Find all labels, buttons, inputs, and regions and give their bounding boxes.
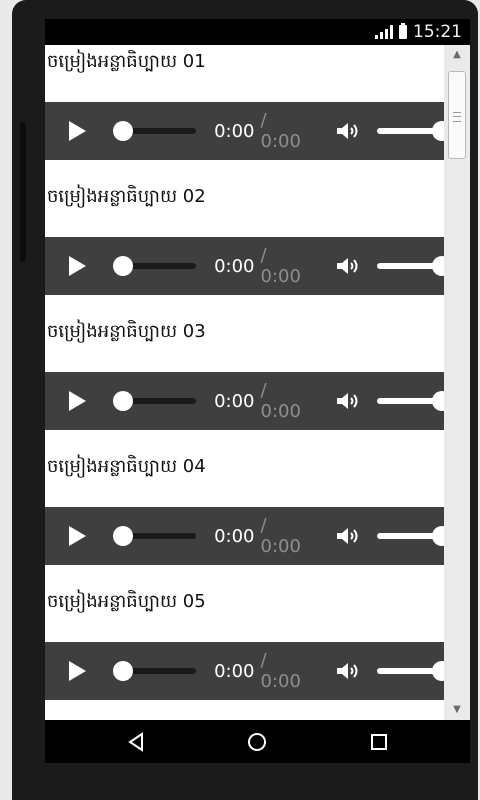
list-item: ចម្រៀងអន្លាធិប្បាយ 05 0:00 / 0:00 bbox=[45, 585, 444, 720]
audio-title: ចម្រៀងអន្លាធិប្បាយ 02 bbox=[47, 186, 206, 207]
play-icon bbox=[69, 121, 86, 141]
play-icon bbox=[69, 661, 86, 681]
scroll-down-arrow-icon[interactable]: ▼ bbox=[444, 700, 470, 720]
list-item: ចម្រៀងអន្លាធិប្បាយ 01 0:00 / 0:00 bbox=[45, 45, 444, 180]
volume-slider[interactable] bbox=[376, 256, 444, 276]
scrollbar-thumb[interactable] bbox=[448, 71, 466, 159]
speaker-icon bbox=[336, 258, 358, 274]
mute-button[interactable] bbox=[335, 255, 363, 277]
back-button[interactable] bbox=[118, 724, 154, 760]
volume-knob[interactable] bbox=[432, 661, 444, 681]
audio-title: ចម្រៀងអន្លាធិប្បាយ 03 bbox=[47, 321, 206, 342]
home-button[interactable] bbox=[239, 724, 275, 760]
list-item: ចម្រៀងអន្លាធិប្បាយ 04 0:00 / 0:00 bbox=[45, 450, 444, 585]
scrollbar[interactable]: ▲ ▼ bbox=[444, 45, 470, 720]
current-time: 0:00 bbox=[214, 525, 255, 547]
seek-slider[interactable] bbox=[113, 256, 197, 276]
screen: 15:21 ចម្រៀងអន្លាធិប្បាយ 01 0:00 / 0:00 bbox=[45, 19, 470, 763]
volume-knob[interactable] bbox=[432, 526, 444, 546]
mute-button[interactable] bbox=[335, 525, 363, 547]
audio-player: 0:00 / 0:00 bbox=[45, 642, 444, 700]
audio-title: ចម្រៀងអន្លាធិប្បាយ 05 bbox=[47, 591, 206, 612]
speaker-icon bbox=[336, 528, 358, 544]
seek-knob[interactable] bbox=[113, 661, 133, 681]
audio-list[interactable]: ចម្រៀងអន្លាធិប្បាយ 01 0:00 / 0:00 ចម្រៀង… bbox=[45, 45, 444, 720]
signal-icon bbox=[375, 25, 393, 39]
seek-knob[interactable] bbox=[113, 121, 133, 141]
play-button[interactable] bbox=[67, 255, 87, 277]
play-button[interactable] bbox=[67, 120, 87, 142]
volume-knob[interactable] bbox=[432, 256, 444, 276]
current-time: 0:00 bbox=[214, 255, 255, 277]
play-button[interactable] bbox=[67, 390, 87, 412]
duration: / 0:00 bbox=[260, 110, 301, 152]
audio-player: 0:00 / 0:00 bbox=[45, 507, 444, 565]
scroll-up-arrow-icon[interactable]: ▲ bbox=[444, 45, 470, 65]
mute-button[interactable] bbox=[335, 390, 363, 412]
duration: / 0:00 bbox=[260, 515, 301, 557]
grip-icon bbox=[453, 112, 461, 122]
device-frame: 15:21 ចម្រៀងអន្លាធិប្បាយ 01 0:00 / 0:00 bbox=[12, 0, 478, 800]
play-icon bbox=[69, 256, 86, 276]
recents-button[interactable] bbox=[361, 724, 397, 760]
seek-knob[interactable] bbox=[113, 526, 133, 546]
device-side-button bbox=[20, 122, 26, 262]
list-item: ចម្រៀងអន្លាធិប្បាយ 03 0:00 / 0:00 bbox=[45, 315, 444, 450]
audio-title: ចម្រៀងអន្លាធិប្បាយ 04 bbox=[47, 456, 206, 477]
audio-player: 0:00 / 0:00 bbox=[45, 102, 444, 160]
mute-button[interactable] bbox=[335, 660, 363, 682]
seek-knob[interactable] bbox=[113, 391, 133, 411]
battery-icon bbox=[399, 23, 407, 39]
status-time: 15:21 bbox=[413, 22, 462, 42]
seek-slider[interactable] bbox=[113, 526, 197, 546]
duration: / 0:00 bbox=[260, 245, 301, 287]
status-bar: 15:21 bbox=[45, 19, 470, 45]
volume-knob[interactable] bbox=[432, 121, 444, 141]
seek-slider[interactable] bbox=[113, 661, 197, 681]
seek-knob[interactable] bbox=[113, 256, 133, 276]
current-time: 0:00 bbox=[214, 660, 255, 682]
navigation-bar bbox=[45, 720, 470, 763]
speaker-icon bbox=[336, 663, 358, 679]
list-item: ចម្រៀងអន្លាធិប្បាយ 02 0:00 / 0:00 bbox=[45, 180, 444, 315]
play-icon bbox=[69, 526, 86, 546]
volume-slider[interactable] bbox=[376, 121, 444, 141]
volume-slider[interactable] bbox=[376, 391, 444, 411]
current-time: 0:00 bbox=[214, 390, 255, 412]
speaker-icon bbox=[336, 393, 358, 409]
speaker-icon bbox=[336, 123, 358, 139]
volume-slider[interactable] bbox=[376, 661, 444, 681]
audio-player: 0:00 / 0:00 bbox=[45, 237, 444, 295]
play-button[interactable] bbox=[67, 660, 87, 682]
volume-knob[interactable] bbox=[432, 391, 444, 411]
home-icon bbox=[248, 732, 267, 751]
recents-icon bbox=[371, 733, 388, 750]
play-icon bbox=[69, 391, 86, 411]
volume-slider[interactable] bbox=[376, 526, 444, 546]
back-icon bbox=[128, 731, 143, 752]
duration: / 0:00 bbox=[260, 650, 301, 692]
seek-slider[interactable] bbox=[113, 121, 197, 141]
seek-slider[interactable] bbox=[113, 391, 197, 411]
play-button[interactable] bbox=[67, 525, 87, 547]
mute-button[interactable] bbox=[335, 120, 363, 142]
duration: / 0:00 bbox=[260, 380, 301, 422]
current-time: 0:00 bbox=[214, 120, 255, 142]
audio-player: 0:00 / 0:00 bbox=[45, 372, 444, 430]
audio-title: ចម្រៀងអន្លាធិប្បាយ 01 bbox=[47, 51, 206, 72]
